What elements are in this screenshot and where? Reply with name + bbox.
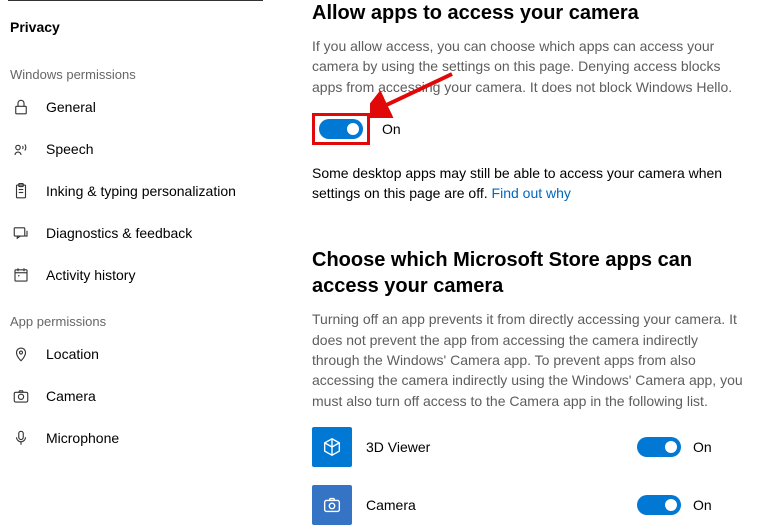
sidebar-item-camera[interactable]: Camera [0,375,288,417]
sidebar-item-inking[interactable]: Inking & typing personalization [0,170,288,212]
app-3d-viewer-toggle-label: On [693,439,712,455]
choose-apps-heading: Choose which Microsoft Store apps can ac… [312,247,747,299]
app-camera-toggle-label: On [693,497,712,513]
allow-apps-desc: If you allow access, you can choose whic… [312,36,747,97]
sidebar-item-label: Diagnostics & feedback [46,225,192,241]
desktop-apps-note: Some desktop apps may still be able to a… [312,163,747,204]
sidebar-item-label: Location [46,346,99,362]
sidebar-item-activity-history[interactable]: Activity history [0,254,288,296]
sidebar-current-page: Privacy [0,13,288,49]
find-out-why-link[interactable]: Find out why [492,185,571,201]
camera-access-toggle-row: On [312,113,401,145]
sidebar-item-microphone[interactable]: Microphone [0,417,288,459]
search-underline [8,0,263,1]
microphone-icon [12,429,30,447]
app-row-camera: Camera On [312,485,747,525]
sidebar-item-label: Activity history [46,267,135,283]
sidebar-section-windows-permissions: Windows permissions [0,49,288,86]
sidebar-section-app-permissions: App permissions [0,296,288,333]
main-content: Allow apps to access your camera If you … [288,0,769,527]
annotation-highlight [312,113,370,145]
lock-icon [12,98,30,116]
sidebar-item-label: Inking & typing personalization [46,183,236,199]
sidebar-item-label: Camera [46,388,96,404]
history-icon [12,266,30,284]
camera-icon [12,387,30,405]
sidebar-item-label: General [46,99,96,115]
camera-access-toggle-label: On [382,121,401,137]
settings-sidebar: Privacy Windows permissions General Spee… [0,0,288,527]
app-camera-toggle[interactable] [637,495,681,515]
sidebar-item-speech[interactable]: Speech [0,128,288,170]
allow-apps-heading: Allow apps to access your camera [312,0,747,26]
choose-apps-desc: Turning off an app prevents it from dire… [312,309,747,410]
sidebar-item-label: Microphone [46,430,119,446]
app-name-label: 3D Viewer [366,439,623,455]
sidebar-item-location[interactable]: Location [0,333,288,375]
app-camera-icon [312,485,352,525]
clipboard-icon [12,182,30,200]
app-name-label: Camera [366,497,623,513]
app-row-3d-viewer: 3D Viewer On [312,427,747,467]
camera-access-toggle[interactable] [319,119,363,139]
speech-icon [12,140,30,158]
sidebar-item-diagnostics[interactable]: Diagnostics & feedback [0,212,288,254]
location-icon [12,345,30,363]
app-3d-viewer-toggle[interactable] [637,437,681,457]
sidebar-item-general[interactable]: General [0,86,288,128]
app-3d-viewer-icon [312,427,352,467]
sidebar-item-label: Speech [46,141,93,157]
feedback-icon [12,224,30,242]
